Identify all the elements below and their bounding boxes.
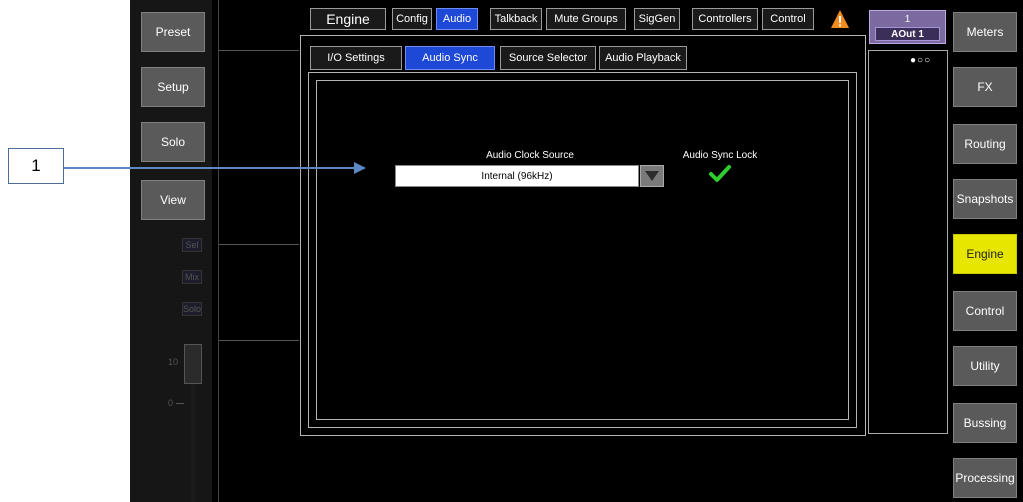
callout-arrow [64,162,366,174]
